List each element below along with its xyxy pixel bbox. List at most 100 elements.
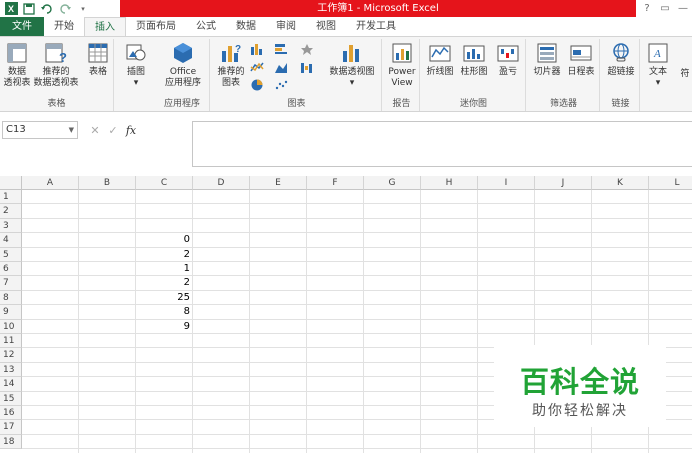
minimize-button[interactable]: — [674, 0, 692, 17]
column-header-j[interactable]: J [535, 176, 592, 190]
slicer-button[interactable]: 切片器 [530, 41, 564, 78]
row-header-14[interactable]: 14 [0, 377, 22, 392]
row-header-16[interactable]: 16 [0, 406, 22, 421]
hierarchy-chart-icon[interactable] [300, 43, 314, 55]
ribbon: 数据 透视表 ? 推荐的 数据透视表 表格 表格 插图 ▾ Office 应用程… [0, 36, 692, 112]
cell-c9[interactable]: 8 [136, 305, 193, 319]
scatter-chart-icon[interactable] [274, 79, 288, 91]
tab-formulas[interactable]: 公式 [186, 17, 226, 36]
tab-developer[interactable]: 开发工具 [346, 17, 406, 36]
redo-icon[interactable] [58, 2, 72, 16]
hyperlink-button[interactable]: 超链接 [604, 41, 638, 78]
row-header-8[interactable]: 8 [0, 290, 22, 306]
cell-c4[interactable]: 0 [136, 233, 193, 247]
row-header-3[interactable]: 3 [0, 218, 22, 234]
row-header-17[interactable]: 17 [0, 420, 22, 435]
column-header-g[interactable]: G [364, 176, 421, 190]
tab-page-layout[interactable]: 页面布局 [126, 17, 186, 36]
bar-chart-icon[interactable] [274, 43, 288, 55]
cell-c6[interactable]: 1 [136, 262, 193, 276]
row-header-6[interactable]: 6 [0, 262, 22, 277]
column-header-f[interactable]: F [307, 176, 364, 190]
row-header-5[interactable]: 5 [0, 247, 22, 262]
cell-c8[interactable]: 25 [136, 291, 193, 305]
row-header-12[interactable]: 12 [0, 348, 22, 363]
name-box-dropdown-icon[interactable]: ▼ [69, 122, 74, 138]
gridline-horizontal [22, 232, 692, 234]
illustrations-button[interactable]: 插图 ▾ [121, 41, 151, 89]
insert-function-icon[interactable]: fx [122, 124, 140, 137]
tab-home[interactable]: 开始 [44, 17, 84, 36]
column-header-h[interactable]: H [421, 176, 478, 190]
column-header-a[interactable]: A [22, 176, 79, 190]
win-loss-sparkline-button[interactable]: 盈亏 [492, 41, 524, 78]
group-reports: Power View 报告 [384, 39, 420, 111]
row-header-4[interactable]: 4 [0, 233, 22, 248]
save-icon[interactable] [22, 2, 36, 16]
column-header-i[interactable]: I [478, 176, 535, 190]
column-header-c[interactable]: C [136, 176, 193, 190]
tab-review[interactable]: 审阅 [266, 17, 306, 36]
customize-qat-icon[interactable]: ▾ [76, 2, 90, 16]
cell-c10[interactable]: 9 [136, 320, 193, 334]
power-view-button[interactable]: Power View [386, 41, 418, 89]
pivot-chart-button[interactable]: 数据透视图 ▾ [324, 41, 380, 89]
symbol-button[interactable]: 符 [678, 69, 692, 80]
row-header-15[interactable]: 15 [0, 391, 22, 406]
group-text: A 文本 ▾ [642, 39, 674, 111]
area-chart-icon[interactable] [274, 61, 288, 73]
office-apps-button[interactable]: Office 应用程序 [157, 41, 209, 89]
row-header-1[interactable]: 1 [0, 190, 22, 205]
pivot-table-icon [7, 43, 27, 63]
column-header-d[interactable]: D [193, 176, 250, 190]
table-button[interactable]: 表格 [84, 41, 112, 78]
timeline-button[interactable]: 日程表 [564, 41, 598, 78]
tab-file[interactable]: 文件 [0, 17, 44, 36]
enter-icon[interactable]: ✓ [104, 124, 122, 137]
recommended-pivot-button[interactable]: ? 推荐的 数据透视表 [32, 41, 80, 89]
undo-icon[interactable] [40, 2, 54, 16]
svg-text:X: X [8, 4, 14, 14]
name-box[interactable]: C13 ▼ [2, 121, 78, 139]
group-label-sparklines: 迷你图 [459, 99, 487, 109]
tab-insert[interactable]: 插入 [84, 17, 126, 36]
svg-text:?: ? [235, 44, 241, 55]
select-all-corner[interactable] [0, 176, 22, 190]
waterfall-chart-icon[interactable] [300, 61, 314, 73]
text-button[interactable]: A 文本 ▾ [644, 41, 672, 89]
recommended-charts-button[interactable]: ? 推荐的 图表 [214, 41, 248, 89]
row-header-13[interactable]: 13 [0, 362, 22, 378]
gridline-horizontal [22, 275, 692, 277]
group-label-links: 链接 [611, 99, 630, 109]
row-header-2[interactable]: 2 [0, 204, 22, 219]
row-header-10[interactable]: 10 [0, 319, 22, 334]
row-header-18[interactable]: 18 [0, 434, 22, 450]
cell-c7[interactable]: 2 [136, 276, 193, 290]
row-header-11[interactable]: 11 [0, 334, 22, 349]
row-header-7[interactable]: 7 [0, 276, 22, 291]
table-icon [88, 43, 108, 63]
column-header-l[interactable]: L [649, 176, 692, 190]
line-sparkline-button[interactable]: 折线图 [424, 41, 456, 78]
pivot-table-button[interactable]: 数据 透视表 [2, 41, 32, 89]
ribbon-display-button[interactable]: ▭ [656, 0, 674, 17]
group-label-charts: 图表 [287, 99, 306, 109]
row-header-9[interactable]: 9 [0, 305, 22, 320]
tab-view[interactable]: 视图 [306, 17, 346, 36]
group-charts: ? 推荐的 图表 数据透视图 ▾ 图表 [212, 39, 382, 111]
help-button[interactable]: ? [638, 0, 656, 17]
column-header-b[interactable]: B [79, 176, 136, 190]
column-chart-icon[interactable] [250, 43, 264, 55]
gridline-vertical [249, 190, 250, 453]
cancel-icon[interactable]: ✕ [86, 124, 104, 137]
column-header-e[interactable]: E [250, 176, 307, 190]
recommended-charts-icon: ? [222, 44, 241, 62]
column-sparkline-button[interactable]: 柱形图 [458, 41, 490, 78]
tab-data[interactable]: 数据 [226, 17, 266, 36]
formula-input[interactable] [192, 121, 692, 167]
column-header-k[interactable]: K [592, 176, 649, 190]
line-chart-icon[interactable] [250, 61, 264, 73]
group-apps: Office 应用程序 应用程序 [155, 39, 210, 111]
cell-c5[interactable]: 2 [136, 248, 193, 262]
pie-chart-icon[interactable] [250, 79, 264, 91]
